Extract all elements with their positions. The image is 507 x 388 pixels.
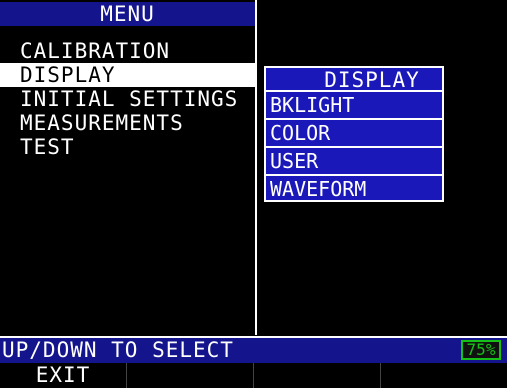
display-submenu: DISPLAY BKLIGHT COLOR USER WAVEFORM	[264, 66, 444, 202]
device-screen: MENU CALIBRATION DISPLAY INITIAL SETTING…	[0, 0, 507, 388]
softkey-bar: EXIT	[0, 363, 507, 388]
battery-level-text: 75%	[466, 340, 496, 359]
battery-indicator: 75%	[461, 340, 501, 360]
menu-list: CALIBRATION DISPLAY INITIAL SETTINGS MEA…	[0, 39, 255, 159]
softkey-4[interactable]	[381, 363, 507, 388]
submenu-item-color[interactable]: COLOR	[266, 120, 442, 148]
menu-item-measurements[interactable]: MEASUREMENTS	[0, 111, 255, 135]
submenu-title: DISPLAY	[266, 68, 442, 92]
softkey-2[interactable]	[127, 363, 254, 388]
submenu-item-waveform[interactable]: WAVEFORM	[266, 176, 442, 202]
menu-item-calibration[interactable]: CALIBRATION	[0, 39, 255, 63]
menu-item-test[interactable]: TEST	[0, 135, 255, 159]
softkey-exit[interactable]: EXIT	[0, 363, 127, 388]
submenu-item-user[interactable]: USER	[266, 148, 442, 176]
menu-title: MENU	[0, 2, 255, 26]
menu-item-display[interactable]: DISPLAY	[0, 63, 255, 87]
menu-item-initial-settings[interactable]: INITIAL SETTINGS	[0, 87, 255, 111]
submenu-item-bklight[interactable]: BKLIGHT	[266, 92, 442, 120]
main-menu-panel: MENU CALIBRATION DISPLAY INITIAL SETTING…	[0, 0, 257, 335]
softkey-3[interactable]	[254, 363, 381, 388]
status-bar: UP/DOWN TO SELECT 75%	[0, 336, 507, 363]
status-hint-text: UP/DOWN TO SELECT	[2, 338, 234, 362]
